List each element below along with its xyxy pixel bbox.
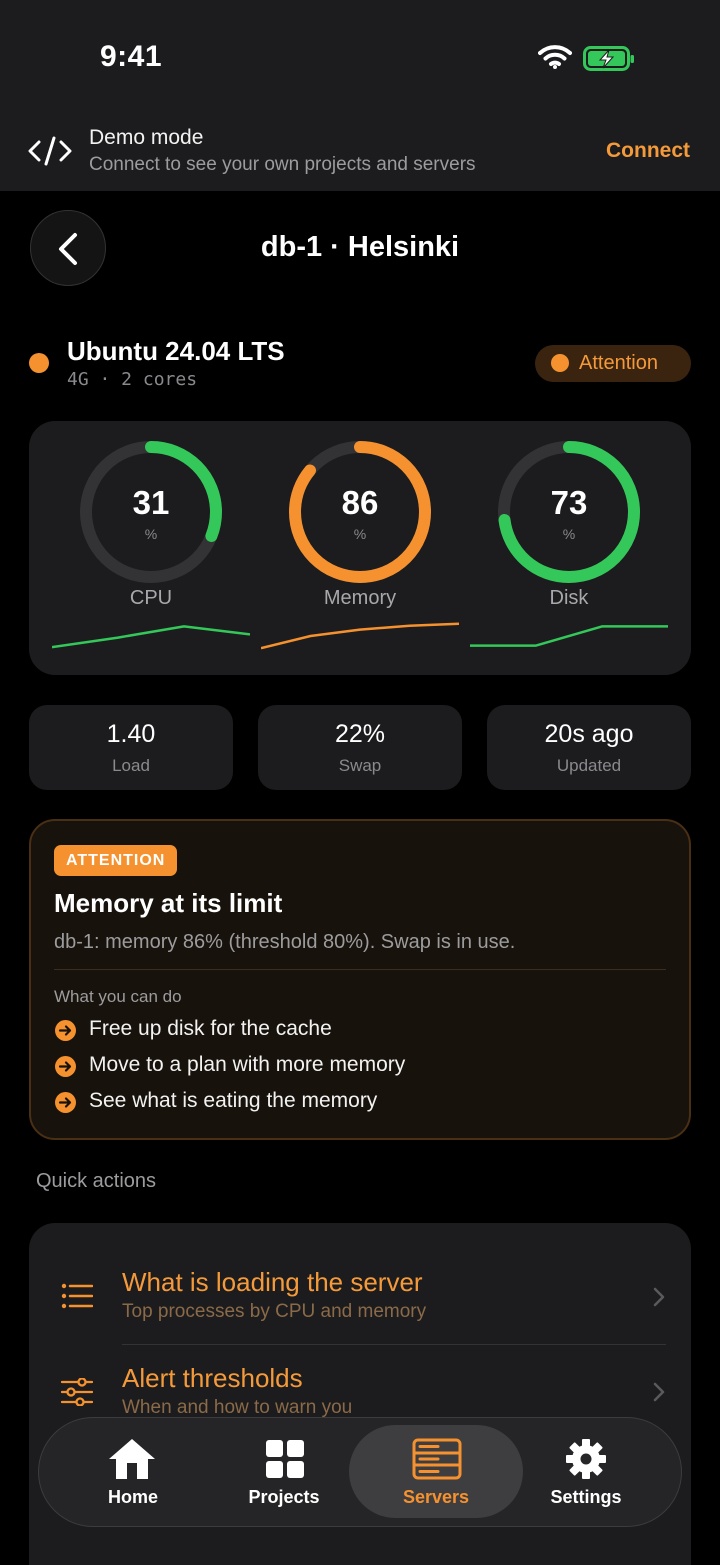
quick-action-title: What is loading the server: [122, 1267, 423, 1297]
tab-home-label: Home: [107, 1487, 158, 1507]
server-os: Ubuntu 24.04 LTS: [67, 336, 285, 366]
updated-value: 20s ago: [544, 720, 634, 748]
tab-servers[interactable]: Servers: [366, 1430, 506, 1516]
alert-actions-heading: What you can do: [54, 987, 182, 1006]
code-icon: [28, 136, 72, 166]
connect-button[interactable]: Connect: [606, 139, 690, 163]
quick-action-subtitle: Top processes by CPU and memory: [122, 1301, 427, 1322]
disk-label: Disk: [549, 587, 589, 609]
arrow-right-icon: [55, 1056, 76, 1077]
alert-tag: ATTENTION: [54, 845, 178, 876]
server-icon: [412, 1438, 462, 1480]
tab-servers-label: Servers: [402, 1487, 470, 1507]
battery-icon: [583, 46, 634, 71]
chevron-right-icon: [653, 1287, 665, 1307]
alert-action-item[interactable]: Free up disk for the cache: [89, 1017, 332, 1041]
server-status-dot: [29, 353, 49, 373]
tab-projects-label: Projects: [248, 1487, 320, 1507]
alert-title: Memory at its limit: [54, 888, 283, 918]
arrow-right-icon: [55, 1020, 76, 1041]
demo-mode-title: Demo mode: [89, 126, 204, 149]
grid-icon: [266, 1440, 304, 1478]
swap-label: Swap: [338, 756, 382, 775]
wifi-icon: [538, 45, 572, 69]
disk-sparkline: [470, 625, 668, 647]
tab-settings-label: Settings: [550, 1487, 622, 1507]
gear-icon: [566, 1439, 606, 1479]
status-badge-dot: [551, 354, 569, 372]
sliders-icon: [61, 1378, 93, 1406]
load-label: Load: [112, 756, 150, 775]
disk-value: 73: [550, 484, 588, 521]
cpu-sparkline: [52, 625, 250, 649]
memory-label: Memory: [323, 587, 397, 609]
disk-unit: %: [562, 526, 576, 542]
demo-mode-subtitle: Connect to see your own projects and ser…: [89, 154, 476, 175]
chevron-right-icon: [653, 1382, 665, 1402]
memory-sparkline: [261, 622, 459, 650]
memory-value: 86: [341, 484, 379, 521]
alert-action-item[interactable]: See what is eating the memory: [89, 1089, 377, 1113]
cpu-label: CPU: [129, 587, 173, 609]
memory-unit: %: [353, 526, 367, 542]
home-icon: [109, 1439, 155, 1479]
cpu-unit: %: [144, 526, 158, 542]
divider: [122, 1344, 666, 1345]
status-time: 9:41: [100, 40, 163, 73]
swap-value: 22%: [334, 720, 386, 748]
alert-action-item[interactable]: Move to a plan with more memory: [89, 1053, 405, 1077]
tab-home[interactable]: Home: [63, 1430, 203, 1516]
status-badge-label: Attention: [579, 352, 658, 374]
tab-projects[interactable]: Projects: [214, 1430, 354, 1516]
list-icon: [61, 1283, 93, 1309]
page-title: db-1 · Helsinki: [260, 231, 460, 263]
load-value: 1.40: [106, 720, 156, 748]
server-specs: 4G · 2 cores: [67, 369, 198, 390]
cpu-value: 31: [132, 484, 170, 521]
quick-action-title: Alert thresholds: [122, 1363, 303, 1393]
divider: [54, 969, 666, 970]
quick-actions-heading: Quick actions: [36, 1170, 157, 1192]
quick-action-subtitle: When and how to warn you: [122, 1397, 353, 1418]
tab-settings[interactable]: Settings: [516, 1430, 656, 1516]
arrow-right-icon: [55, 1092, 76, 1113]
alert-message: db-1: memory 86% (threshold 80%). Swap i…: [54, 931, 516, 953]
updated-label: Updated: [556, 756, 622, 775]
